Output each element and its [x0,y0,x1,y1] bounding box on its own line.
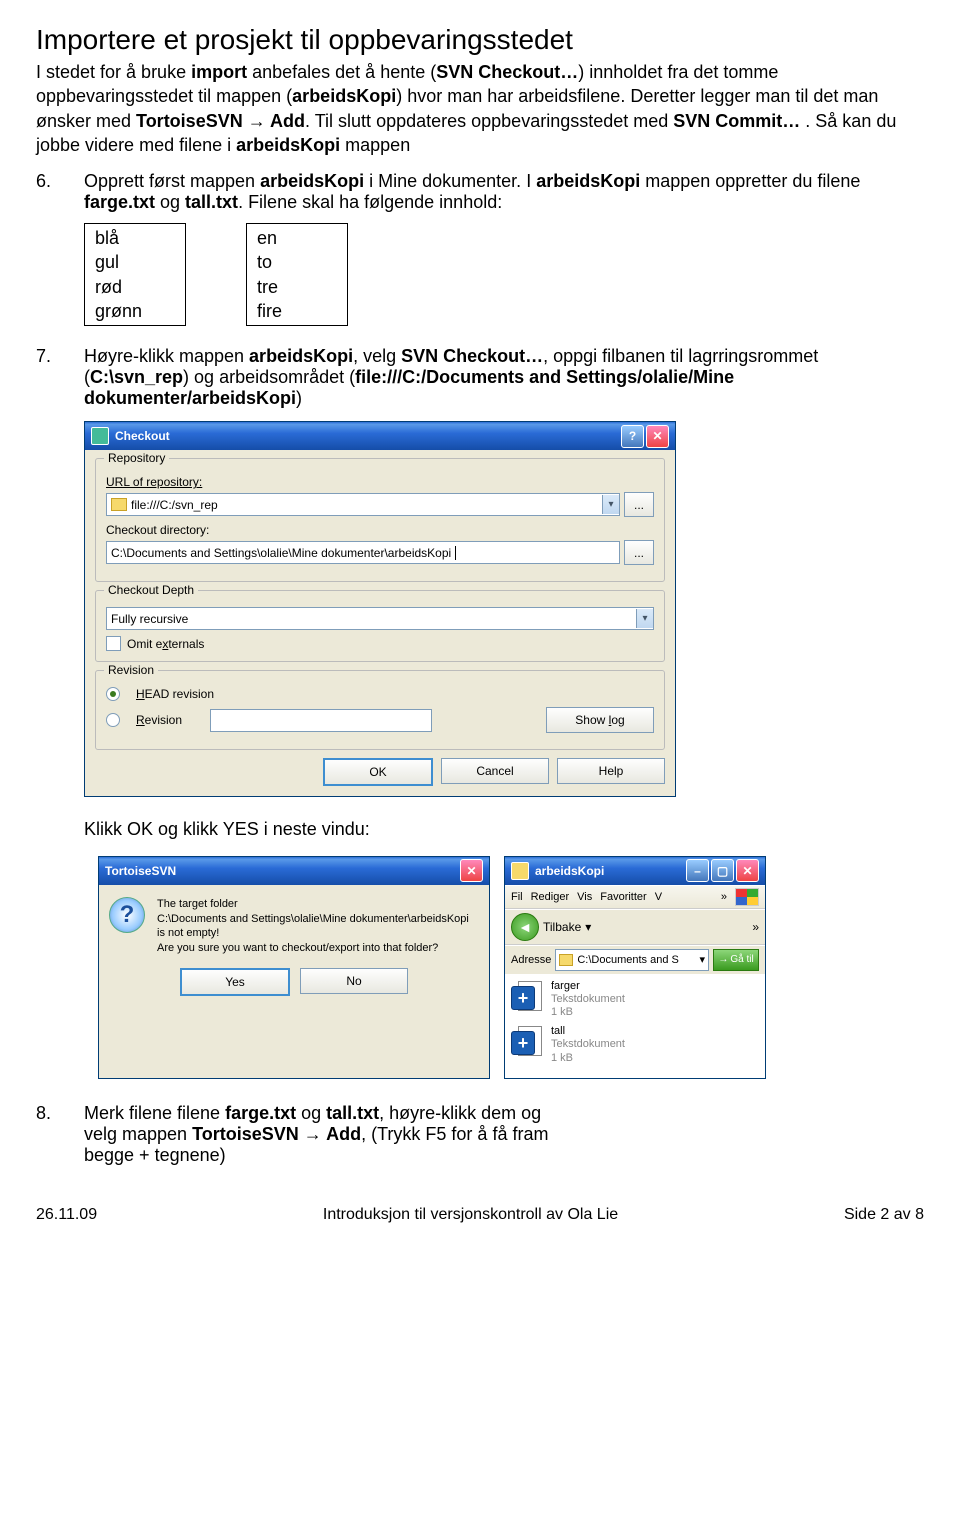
checkout-directory-input[interactable]: C:\Documents and Settings\olalie\Mine do… [106,541,620,564]
menu-item[interactable]: Fil [511,891,523,903]
repository-group: Repository URL of repository: file:///C:… [95,458,665,582]
chevron-down-icon[interactable]: ▾ [585,920,591,934]
step-body: Høyre-klikk mappen arbeidsKopi, velg SVN… [84,346,924,409]
file-list: + farger Tekstdokument 1 kB + tall Tekst… [505,974,765,1078]
folder-icon [559,954,573,966]
menu-item[interactable]: V [655,891,662,903]
ok-button[interactable]: OK [323,758,433,786]
group-label: Checkout Depth [104,583,198,597]
close-button[interactable]: ✕ [460,859,483,882]
step-8: 8. Merk filene filene farge.txt og tall.… [36,1103,576,1166]
question-icon: ? [109,897,145,933]
url-label: URL of repository: [106,475,654,489]
head-revision-radio[interactable] [106,687,120,701]
browse-dir-button[interactable]: ... [624,540,654,565]
app-icon [91,427,109,445]
depth-value: Fully recursive [111,612,188,626]
revision-label: Revision [136,713,200,727]
folder-icon [511,862,529,880]
head-label: HEAD revision [136,687,214,701]
farge-box: blågulrødgrønn [84,223,186,326]
message-text: The target folder C:\Documents and Setti… [157,897,469,956]
no-button[interactable]: No [300,968,408,994]
intro-paragraph: I stedet for å bruke import anbefales de… [36,60,924,157]
step-body: Opprett først mappen arbeidsKopi i Mine … [84,171,924,213]
dir-value: C:\Documents and Settings\olalie\Mine do… [111,546,451,560]
window-title: TortoiseSVN [105,864,460,878]
specific-revision-radio[interactable] [106,713,120,727]
omit-label: Omit externals [127,637,204,651]
file-add-icon: + [511,1025,543,1057]
maximize-button[interactable]: ▢ [711,859,734,882]
tall-box: entotrefire [246,223,348,326]
page-footer: 26.11.09 Introduksjon til versjonskontro… [36,1206,924,1224]
windows-flag-icon [735,888,759,906]
menu-item[interactable]: Favoritter [600,891,646,903]
revision-input[interactable] [210,709,432,732]
help-button[interactable]: Help [557,758,665,784]
list-item[interactable]: + farger Tekstdokument 1 kB [511,980,759,1020]
step-7: 7. Høyre-klikk mappen arbeidsKopi, velg … [36,346,924,409]
help-titlebar-button[interactable]: ? [621,425,644,448]
close-button[interactable]: ✕ [736,859,759,882]
repository-url-combo[interactable]: file:///C:/svn_rep ▾ [106,493,620,516]
dir-label: Checkout directory: [106,523,654,537]
titlebar: Checkout ? ✕ [85,422,675,450]
confirm-dialog: TortoiseSVN ✕ ? The target folder C:\Doc… [98,856,490,1079]
chevron-right-icon[interactable]: » [752,920,759,934]
click-ok-text: Klikk OK og klikk YES i neste vindu: [84,817,924,841]
revision-group: Revision HEAD revision Revision Show log [95,670,665,750]
chevron-down-icon[interactable]: ▾ [636,609,653,628]
folder-icon [111,498,127,511]
back-label: Tilbake [543,920,581,934]
browse-url-button[interactable]: ... [624,492,654,517]
step-number: 7. [36,346,84,409]
page-heading: Importere et prosjekt til oppbevaringsst… [36,24,924,56]
address-label: Adresse [511,954,551,966]
file-content-boxes: blågulrødgrønn entotrefire [84,223,924,326]
titlebar: arbeidsKopi – ▢ ✕ [505,857,765,885]
step-number: 8. [36,1103,84,1166]
menu-item[interactable]: Rediger [531,891,570,903]
footer-page: Side 2 av 8 [844,1206,924,1224]
step-number: 6. [36,171,84,213]
list-item[interactable]: + tall Tekstdokument 1 kB [511,1025,759,1065]
menu-item[interactable]: Vis [577,891,592,903]
cancel-button[interactable]: Cancel [441,758,549,784]
explorer-window: arbeidsKopi – ▢ ✕ Fil Rediger Vis Favori… [504,856,766,1079]
window-title: Checkout [115,429,621,443]
chevron-down-icon[interactable]: ▾ [602,495,619,514]
url-value: file:///C:/svn_rep [131,498,218,512]
group-label: Repository [104,451,169,465]
menu-bar[interactable]: Fil Rediger Vis Favoritter V » [505,885,765,909]
close-button[interactable]: ✕ [646,425,669,448]
yes-button[interactable]: Yes [180,968,290,996]
omit-externals-checkbox[interactable] [106,636,121,651]
back-button[interactable]: ◄ [511,913,539,941]
checkout-depth-group: Checkout Depth Fully recursive ▾ Omit ex… [95,590,665,662]
address-input[interactable]: C:\Documents and S ▾ [555,949,709,971]
depth-combo[interactable]: Fully recursive ▾ [106,607,654,630]
minimize-button[interactable]: – [686,859,709,882]
show-log-button[interactable]: Show log [546,707,654,733]
group-label: Revision [104,663,158,677]
checkout-dialog: Checkout ? ✕ Repository URL of repositor… [84,421,676,797]
file-add-icon: + [511,980,543,1012]
step-body: Merk filene filene farge.txt og tall.txt… [84,1103,576,1166]
footer-date: 26.11.09 [36,1206,97,1224]
window-title: arbeidsKopi [535,864,686,878]
go-button[interactable]: → Gå til [713,949,759,971]
footer-title: Introduksjon til versjonskontroll av Ola… [323,1206,618,1224]
step-6: 6. Opprett først mappen arbeidsKopi i Mi… [36,171,924,213]
titlebar: TortoiseSVN ✕ [99,857,489,885]
chevron-right-icon[interactable]: » [721,891,727,903]
